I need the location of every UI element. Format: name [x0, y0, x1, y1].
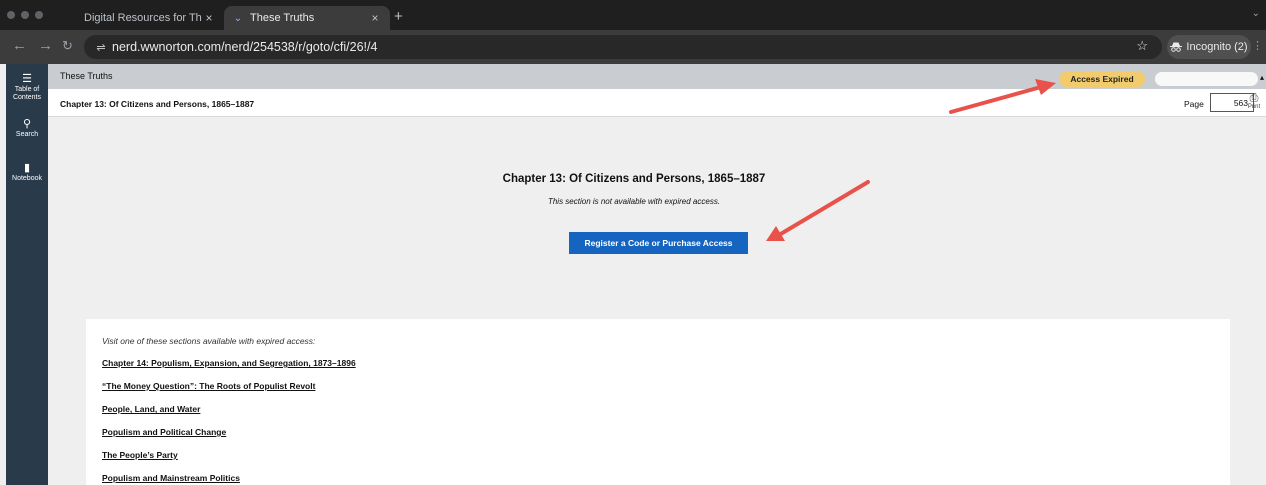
register-code-button[interactable]: Register a Code or Purchase Access [569, 232, 748, 254]
access-expired-badge: Access Expired [1059, 71, 1145, 87]
browser-tab-bar: Digital Resources for These T × ⌄ These … [0, 0, 1266, 30]
section-link[interactable]: Populism and Political Change [102, 427, 226, 437]
tab-search-icon[interactable]: ⌄ [1252, 8, 1260, 19]
printer-icon: ⎙ [1249, 92, 1259, 104]
incognito-icon [1170, 42, 1183, 52]
section-link[interactable]: Chapter 14: Populism, Expansion, and Seg… [102, 358, 356, 368]
forward-icon[interactable]: → [38, 37, 53, 54]
page-label: Page [1184, 99, 1204, 109]
sidebar-item-label: Table of Contents [12, 86, 42, 101]
notebook-icon: ▮ [23, 162, 31, 174]
sidebar-item-table-of-contents[interactable]: ☰ Table of Contents [6, 73, 48, 102]
expired-access-message: This section is not available with expir… [547, 197, 721, 206]
print-button[interactable]: ⎙ Print [1244, 92, 1264, 110]
list-icon: ☰ [22, 73, 32, 85]
section-link[interactable]: The People’s Party [102, 450, 178, 460]
sidebar-item-search[interactable]: ⚲ Search [6, 118, 48, 139]
incognito-label: Incognito (2) [1186, 41, 1248, 53]
page-title: Chapter 13: Of Citizens and Persons, 186… [502, 173, 766, 185]
section-link[interactable]: Populism and Mainstream Politics [102, 473, 240, 483]
book-title: These Truths [60, 71, 113, 81]
close-icon[interactable]: × [202, 11, 216, 25]
sidebar-item-label: Notebook [12, 175, 42, 182]
tab-these-truths[interactable]: ⌄ These Truths × [224, 6, 390, 30]
chevron-up-icon[interactable]: ▴ [1260, 73, 1264, 82]
user-menu[interactable] [1155, 72, 1258, 86]
incognito-button[interactable]: Incognito (2) [1167, 35, 1251, 59]
search-icon: ⚲ [22, 118, 32, 130]
sidebar-item-label: Search [15, 131, 39, 138]
section-link[interactable]: “The Money Question”: The Roots of Popul… [102, 381, 315, 391]
reader-page: ☰ Table of Contents ⚲ Search ▮ Notebook … [0, 64, 1266, 485]
norton-favicon-icon: ⌄ [233, 12, 243, 24]
available-sections-intro: Visit one of these sections available wi… [102, 336, 316, 346]
print-label: Print [1247, 104, 1261, 110]
site-info-icon[interactable]: ⇌ [90, 41, 112, 54]
tab-title: Digital Resources for These T [84, 12, 202, 24]
tab-digital-resources[interactable]: Digital Resources for These T × [76, 6, 224, 30]
address-bar[interactable]: ⇌ nerd.wwnorton.com/nerd/254538/r/goto/c… [84, 35, 1162, 59]
reload-icon[interactable]: ↻ [62, 38, 73, 54]
new-tab-button[interactable]: + [394, 8, 403, 25]
back-icon[interactable]: ← [12, 37, 27, 54]
sidebar-rail: ☰ Table of Contents ⚲ Search ▮ Notebook [6, 64, 48, 485]
chapter-title: Chapter 13: Of Citizens and Persons, 186… [60, 99, 255, 109]
zoom-window-icon[interactable] [35, 11, 43, 19]
minimize-window-icon[interactable] [21, 11, 29, 19]
bookmark-star-icon[interactable]: ☆ [1136, 38, 1148, 54]
sidebar-item-notebook[interactable]: ▮ Notebook [6, 162, 48, 183]
tab-title: These Truths [250, 12, 315, 24]
close-icon[interactable]: × [368, 11, 382, 25]
available-sections-panel: Visit one of these sections available wi… [86, 319, 1230, 485]
annotation-arrow-button [766, 180, 870, 241]
close-window-icon[interactable] [7, 11, 15, 19]
more-menu-icon[interactable]: ⋮ [1252, 39, 1263, 52]
browser-toolbar: ← → ↻ ⇌ nerd.wwnorton.com/nerd/254538/r/… [0, 30, 1266, 64]
section-link[interactable]: People, Land, and Water [102, 404, 200, 414]
url-text: nerd.wwnorton.com/nerd/254538/r/goto/cfi… [112, 40, 378, 54]
chapter-bar: Chapter 13: Of Citizens and Persons, 186… [48, 89, 1266, 117]
